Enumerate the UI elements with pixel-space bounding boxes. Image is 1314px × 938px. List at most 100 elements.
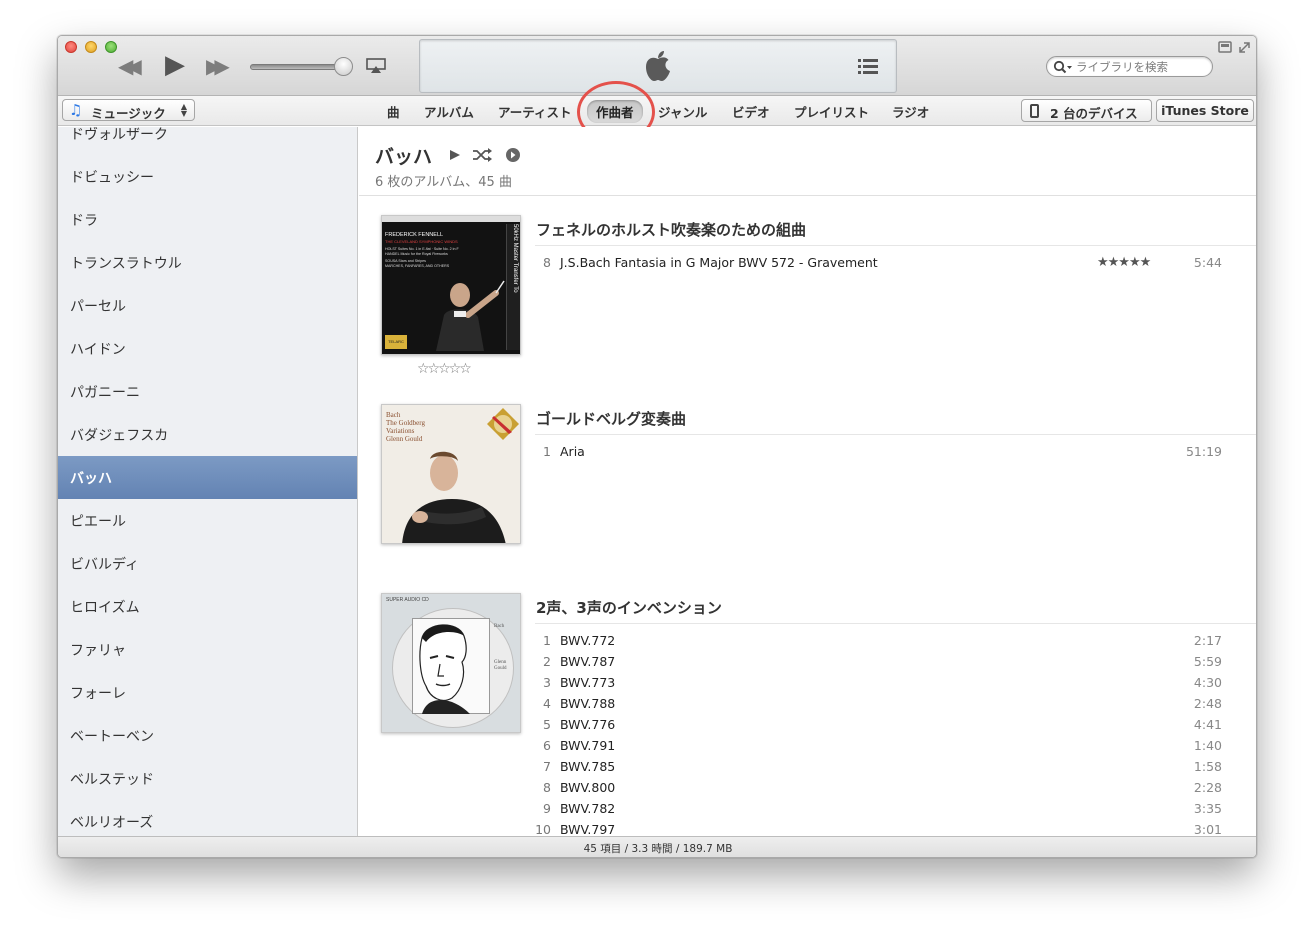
- track-row[interactable]: 7 BWV.785 1:58: [535, 759, 1235, 780]
- track-time: 1:58: [1193, 759, 1222, 774]
- sidebar-item-composer[interactable]: パガニーニ: [58, 370, 357, 413]
- sidebar-item-composer[interactable]: ビバルディ: [58, 542, 357, 585]
- track-name: BWV.776: [560, 717, 616, 732]
- track-number: 3: [543, 675, 551, 690]
- devices-label: 2 台のデバイス: [1050, 106, 1138, 121]
- itunes-store-button[interactable]: iTunes Store: [1156, 99, 1254, 122]
- sidebar-item-composer[interactable]: バダジェフスカ: [58, 413, 357, 456]
- sidebar-item-composer[interactable]: トランスラトウル: [58, 241, 357, 284]
- toolbar: ◀◀ ▶ ▶▶: [58, 36, 1256, 96]
- album-rating-stars[interactable]: ☆☆☆☆☆: [417, 361, 472, 377]
- devices-button[interactable]: 2 台のデバイス: [1021, 99, 1152, 122]
- play-icon[interactable]: [447, 148, 463, 162]
- sidebar-item-composer[interactable]: ハイドン: [58, 327, 357, 370]
- tab-songs[interactable]: 曲: [387, 102, 400, 121]
- library-source-label: ミュージック: [91, 106, 166, 121]
- tab-videos[interactable]: ビデオ: [732, 102, 770, 121]
- track-name: J.S.Bach Fantasia in G Major BWV 572 - G…: [560, 255, 878, 270]
- cover-photo-portrait: [419, 624, 470, 714]
- track-time: 1:40: [1193, 738, 1222, 753]
- airplay-icon[interactable]: [366, 58, 386, 74]
- track-row[interactable]: 1 Aria 51:19: [535, 444, 1235, 465]
- sidebar-item-composer[interactable]: ドヴォルザーク: [58, 127, 357, 155]
- track-row[interactable]: 3 BWV.773 4:30: [535, 675, 1235, 696]
- library-source-select[interactable]: ♫ ミュージック ▲ ▼: [62, 99, 195, 121]
- track-number: 6: [543, 738, 551, 753]
- composer-summary: 6 枚のアルバム、45 曲: [375, 175, 512, 190]
- track-row[interactable]: 4 BWV.788 2:48: [535, 696, 1235, 717]
- search-input[interactable]: [1076, 58, 1208, 75]
- minimize-window-button[interactable]: [85, 41, 97, 53]
- sidebar-item-composer[interactable]: ベルリオーズ: [58, 800, 357, 836]
- close-window-button[interactable]: [65, 41, 77, 53]
- cover-text: Bach: [494, 624, 505, 629]
- sidebar-item-composer[interactable]: ドラ: [58, 198, 357, 241]
- tab-playlists[interactable]: プレイリスト: [794, 102, 869, 121]
- more-options-icon[interactable]: [505, 148, 521, 162]
- tab-composers[interactable]: 作曲者: [587, 100, 643, 123]
- track-row[interactable]: 1 BWV.772 2:17: [535, 633, 1235, 654]
- sidebar-item-label: ベルリオーズ: [70, 815, 154, 831]
- sidebar-item-label: バッハ: [70, 471, 112, 487]
- track-row[interactable]: 6 BWV.791 1:40: [535, 738, 1235, 759]
- album-cover[interactable]: FREDERICK FENNELL THE CLEVELAND SYMPHONI…: [381, 215, 521, 355]
- album-title: フェネルのホルスト吹奏楽のための組曲: [536, 221, 807, 239]
- sidebar-item-composer[interactable]: ベルステッド: [58, 757, 357, 800]
- sidebar-item-composer[interactable]: ファリャ: [58, 628, 357, 671]
- rewind-button[interactable]: ◀◀: [118, 56, 142, 76]
- track-number: 8: [543, 780, 551, 795]
- track-row[interactable]: 10 BWV.797 3:01: [535, 822, 1235, 836]
- sidebar-item-label: パーセル: [70, 299, 126, 315]
- sidebar-item-composer[interactable]: ドビュッシー: [58, 155, 357, 198]
- sidebar-item-composer[interactable]: ピエール: [58, 499, 357, 542]
- tab-genres[interactable]: ジャンル: [658, 102, 707, 121]
- track-row[interactable]: 8 BWV.800 2:28: [535, 780, 1235, 801]
- sidebar-item-composer[interactable]: パーセル: [58, 284, 357, 327]
- cover-text: Gould: [494, 666, 507, 671]
- device-icon: [1030, 104, 1039, 118]
- track-name: BWV.788: [560, 696, 616, 711]
- mini-player-fullscreen-icons[interactable]: [1218, 40, 1252, 54]
- cover-text: FREDERICK FENNELL: [385, 232, 444, 238]
- fast-forward-button[interactable]: ▶▶: [206, 56, 230, 76]
- track-name: BWV.797: [560, 822, 616, 836]
- sidebar-item-label: ビバルディ: [70, 557, 140, 573]
- track-row[interactable]: 8 J.S.Bach Fantasia in G Major BWV 572 -…: [535, 255, 1235, 276]
- apple-logo-icon: [646, 51, 670, 81]
- volume-slider-knob[interactable]: [334, 57, 353, 76]
- sidebar-item-label: ドヴォルザーク: [70, 127, 168, 143]
- sidebar-item-label: ハイドン: [70, 342, 126, 358]
- sidebar-item-label: フォーレ: [70, 686, 126, 702]
- shuffle-icon[interactable]: [472, 148, 492, 162]
- album-cover[interactable]: Bach The Goldberg Variations Glenn Gould: [381, 404, 521, 544]
- play-button[interactable]: ▶: [165, 52, 185, 78]
- track-name: BWV.787: [560, 654, 616, 669]
- track-name: BWV.782: [560, 801, 616, 816]
- cover-photo-pianist: [402, 451, 506, 543]
- sidebar-item-label: ファリャ: [70, 643, 126, 659]
- cover-text: 50kHz Master Transfer To: [512, 224, 518, 293]
- tab-artists[interactable]: アーティスト: [498, 102, 572, 121]
- zoom-window-button[interactable]: [105, 41, 117, 53]
- sidebar-item-composer[interactable]: ベートーベン: [58, 714, 357, 757]
- sidebar-item-composer[interactable]: フォーレ: [58, 671, 357, 714]
- sidebar-item-composer-selected[interactable]: バッハ: [58, 456, 357, 499]
- track-name: BWV.800: [560, 780, 616, 795]
- cover-photo-conductor: [436, 280, 505, 351]
- itunes-window: ◀◀ ▶ ▶▶ ライブラリを検索 ♫ ミュージック ▲ ▼ 曲 アルバム アーテ…: [57, 35, 1257, 858]
- divider: [535, 245, 1256, 246]
- track-row[interactable]: 9 BWV.782 3:35: [535, 801, 1235, 822]
- track-row[interactable]: 2 BWV.787 5:59: [535, 654, 1235, 675]
- tab-albums[interactable]: アルバム: [424, 102, 474, 121]
- album-cover[interactable]: SUPER AUDIO CD Bach Glenn Gould: [381, 593, 521, 733]
- track-rating[interactable]: ★★★★★: [1097, 255, 1151, 270]
- track-row[interactable]: 5 BWV.776 4:41: [535, 717, 1235, 738]
- search-field[interactable]: [1046, 56, 1213, 77]
- track-number: 10: [535, 822, 551, 836]
- track-number: 5: [543, 717, 551, 732]
- up-next-list-icon[interactable]: [858, 59, 878, 74]
- sidebar-item-label: ベルステッド: [70, 772, 154, 788]
- sidebar-item-composer[interactable]: ヒロイズム: [58, 585, 357, 628]
- cbs-logo-icon: [487, 408, 519, 440]
- tab-radio[interactable]: ラジオ: [892, 102, 929, 121]
